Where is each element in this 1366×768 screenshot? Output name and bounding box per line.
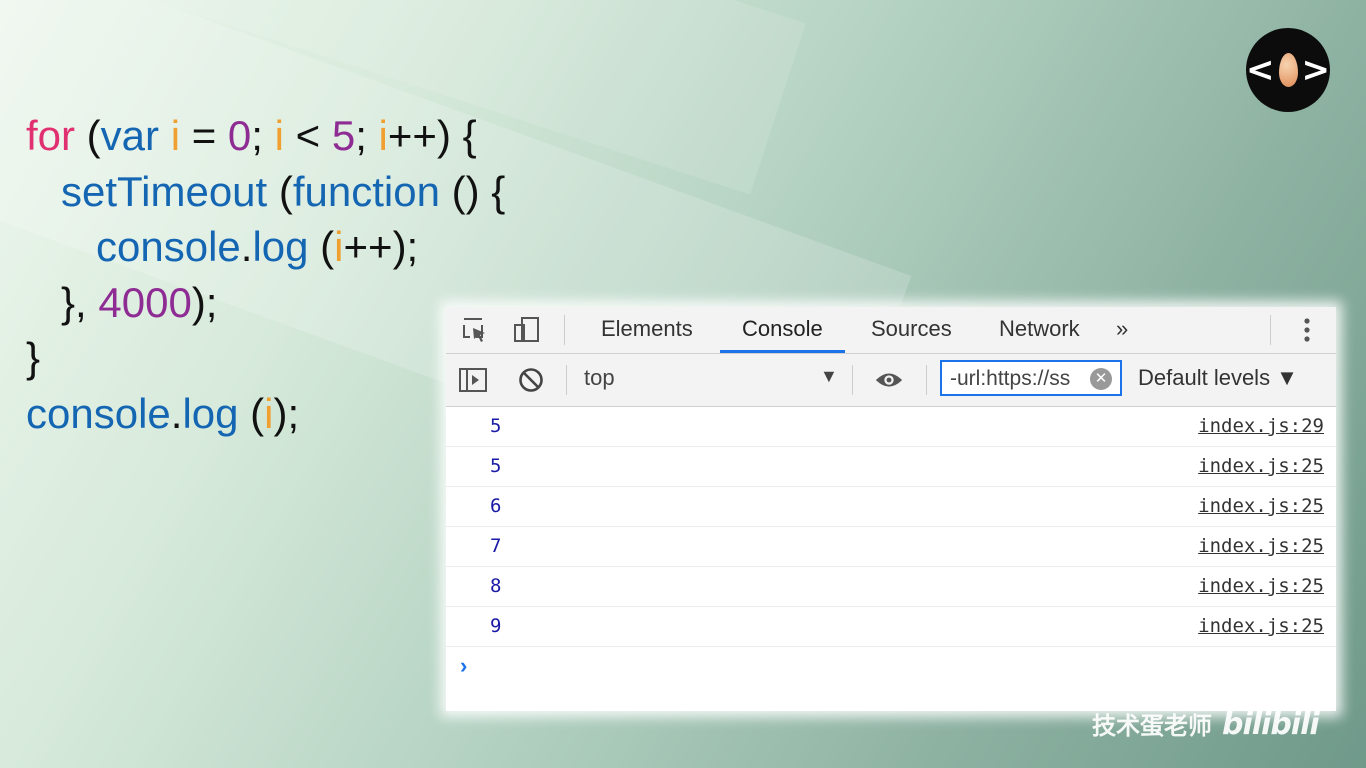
- console-prompt[interactable]: ›: [460, 653, 467, 679]
- console-row: 5 index.js:29: [446, 407, 1336, 447]
- code-token: },: [26, 278, 99, 326]
- code-token: ;: [355, 112, 379, 159]
- watermark: 技术蛋老师 bilibili: [1092, 706, 1320, 742]
- code-token: console: [26, 389, 171, 437]
- filter-value: -url:https://ss: [950, 367, 1071, 390]
- code-token: i: [378, 112, 388, 159]
- clear-filter-icon[interactable]: ✕: [1090, 368, 1112, 390]
- device-toolbar-icon[interactable]: [512, 315, 542, 345]
- sidebar-toggle-icon[interactable]: [458, 365, 488, 395]
- code-token: (: [308, 223, 335, 271]
- tab-elements[interactable]: Elements: [579, 307, 715, 353]
- code-line: console.log (i++);: [26, 219, 505, 275]
- watermark-site-logo: bilibili: [1222, 707, 1320, 742]
- console-value: 6: [490, 495, 502, 517]
- code-token: =: [180, 112, 228, 159]
- code-token: for: [26, 112, 76, 159]
- console-value: 5: [490, 415, 502, 437]
- context-selector[interactable]: top: [584, 365, 615, 391]
- clear-console-icon[interactable]: [516, 365, 546, 395]
- code-token: console: [96, 223, 241, 271]
- code-line: setTimeout (function () {: [26, 164, 505, 220]
- source-link[interactable]: index.js:25: [1198, 615, 1324, 637]
- tab-sources[interactable]: Sources: [849, 307, 974, 353]
- inspect-element-icon[interactable]: [460, 315, 490, 345]
- console-value: 5: [490, 455, 502, 477]
- console-value: 7: [490, 535, 502, 557]
- code-token: var: [100, 112, 160, 159]
- code-token: ++);: [343, 223, 419, 271]
- code-line: for (var i = 0; i < 5; i++) {: [26, 108, 505, 164]
- egg-icon: [1278, 53, 1298, 87]
- toolbar-divider: [926, 365, 927, 395]
- console-row: 8 index.js:25: [446, 567, 1336, 607]
- code-token: ++) {: [387, 112, 477, 159]
- console-value: 8: [490, 575, 502, 597]
- source-link[interactable]: index.js:25: [1198, 495, 1324, 517]
- code-token: log: [182, 389, 239, 437]
- toolbar-divider: [566, 365, 567, 395]
- code-token: i: [334, 223, 344, 271]
- context-dropdown-arrow-icon[interactable]: ▼: [820, 366, 838, 387]
- toolbar-divider: [852, 365, 853, 395]
- code-line: }, 4000);: [26, 275, 505, 331]
- code-token: 0: [227, 112, 252, 159]
- code-token: 4000: [98, 278, 192, 326]
- code-token: );: [273, 389, 300, 437]
- channel-logo: < >: [1246, 28, 1330, 112]
- code-token: .: [170, 389, 183, 437]
- left-bracket-icon: <: [1246, 50, 1275, 90]
- code-token: (: [75, 112, 101, 159]
- code-token: <: [283, 112, 332, 159]
- devtools-tabbar: Elements Console Sources Network »: [446, 307, 1336, 354]
- toolbar-divider: [564, 315, 565, 345]
- console-messages: 5 index.js:29 5 index.js:25 6 index.js:25 7 ind…: [446, 407, 1336, 647]
- code-token: setTimeout: [61, 167, 268, 215]
- code-token: log: [252, 223, 309, 271]
- tab-network[interactable]: Network: [977, 307, 1102, 353]
- code-token: (: [238, 389, 265, 437]
- toolbar-divider: [1270, 315, 1271, 345]
- code-token: function: [292, 167, 440, 215]
- console-row: 6 index.js:25: [446, 487, 1336, 527]
- code-token: );: [191, 278, 218, 326]
- log-levels-dropdown[interactable]: Default levels ▼: [1138, 365, 1298, 391]
- console-row: 5 index.js:25: [446, 447, 1336, 487]
- devtools-panel: Elements Console Sources Network » top ▼…: [446, 307, 1336, 711]
- code-line: }: [26, 330, 505, 386]
- code-token: i: [264, 389, 274, 437]
- watermark-author: 技术蛋老师: [1092, 712, 1212, 740]
- more-tabs-button[interactable]: »: [1106, 307, 1138, 353]
- code-token: .: [240, 223, 253, 271]
- source-link[interactable]: index.js:29: [1198, 415, 1324, 437]
- live-expression-eye-icon[interactable]: [874, 365, 904, 395]
- tab-console[interactable]: Console: [720, 307, 845, 353]
- code-token: i: [274, 112, 284, 159]
- console-toolbar: top ▼ -url:https://ss ✕ Default levels ▼: [446, 354, 1336, 407]
- code-token: i: [170, 112, 181, 159]
- code-line: console.log (i);: [26, 386, 505, 442]
- console-row: 7 index.js:25: [446, 527, 1336, 567]
- console-row: 9 index.js:25: [446, 607, 1336, 647]
- code-token: ;: [251, 112, 275, 159]
- code-token: }: [26, 334, 41, 382]
- source-link[interactable]: index.js:25: [1198, 535, 1324, 557]
- console-value: 9: [490, 615, 502, 637]
- code-snippet: for (var i = 0; i < 5; i++) { setTimeout…: [26, 108, 505, 442]
- right-bracket-icon: >: [1301, 50, 1331, 90]
- code-token: () {: [439, 167, 506, 215]
- source-link[interactable]: index.js:25: [1198, 455, 1324, 477]
- code-token: 5: [331, 112, 356, 159]
- kebab-menu-icon[interactable]: [1292, 315, 1322, 345]
- source-link[interactable]: index.js:25: [1198, 575, 1324, 597]
- code-token: (: [267, 167, 293, 215]
- console-filter-input[interactable]: -url:https://ss ✕: [940, 360, 1122, 396]
